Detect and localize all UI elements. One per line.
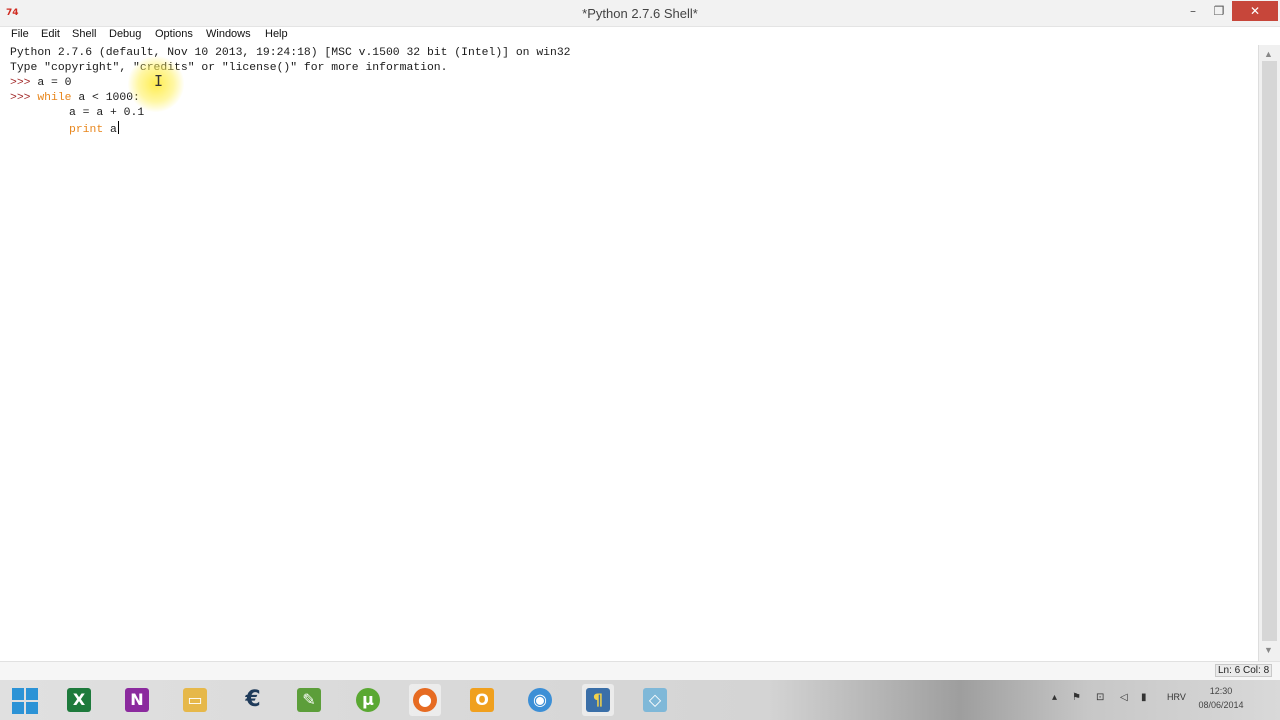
banner-line: Python 2.7.6 (default, Nov 10 2013, 19:2… (10, 47, 571, 59)
menu-shell[interactable]: Shell (72, 28, 96, 40)
flag-icon[interactable]: ⚑ (1072, 692, 1081, 703)
window-title: *Python 2.7.6 Shell* (582, 6, 698, 21)
firefox-icon[interactable]: ● (409, 684, 441, 716)
menu-bar: File Edit Shell Debug Options Windows He… (0, 27, 1280, 45)
outlook-icon[interactable]: O (466, 684, 498, 716)
clock[interactable]: 12:30 08/06/2014 (1196, 684, 1246, 712)
generic-app-icon[interactable]: ◇ (639, 684, 671, 716)
vertical-scrollbar[interactable]: ▲ ▼ (1258, 45, 1280, 661)
info-line: Type "copyright", "credits" or "license(… (10, 62, 448, 74)
shell-prompt: >>> (10, 92, 38, 104)
python-idle-icon[interactable]: ¶ (582, 684, 614, 716)
shell-prompt: >>> (10, 77, 38, 89)
close-button[interactable]: ✕ (1232, 1, 1278, 21)
onenote-icon[interactable]: N (121, 684, 153, 716)
status-bar: Ln: 6 Col: 8 (0, 661, 1280, 680)
clock-date: 08/06/2014 (1198, 700, 1244, 710)
code-text: a = a + 0.1 (69, 107, 145, 119)
power-icon[interactable]: ▮ (1141, 692, 1147, 703)
title-bar: 74 *Python 2.7.6 Shell* – ❐ ✕ (0, 0, 1280, 27)
volume-icon[interactable]: ◁ (1120, 692, 1128, 703)
keyword-print: print (69, 124, 104, 136)
network-icon[interactable]: ⊡ (1096, 692, 1104, 703)
file-explorer-icon[interactable]: ▭ (179, 684, 211, 716)
utorrent-icon[interactable]: µ (352, 684, 384, 716)
code-text: a (103, 124, 117, 136)
code-line-4: >>> while a < 1000: (10, 91, 140, 106)
language-indicator[interactable]: HRV (1167, 692, 1186, 702)
menu-file[interactable]: File (11, 28, 29, 40)
shell-text-area[interactable]: Python 2.7.6 (default, Nov 10 2013, 19:2… (0, 45, 1258, 661)
cursor-position: Ln: 6 Col: 8 (1215, 664, 1273, 677)
menu-options[interactable]: Options (155, 28, 193, 40)
notepad-icon[interactable]: ✎ (293, 684, 325, 716)
windows-start-icon[interactable] (12, 688, 38, 714)
text-caret (117, 121, 119, 134)
cashflow-app-icon[interactable]: € (237, 684, 269, 716)
menu-debug[interactable]: Debug (109, 28, 141, 40)
ibeam-cursor-icon: I (154, 72, 164, 90)
menu-windows[interactable]: Windows (206, 28, 251, 40)
clock-time: 12:30 (1209, 686, 1233, 696)
maximize-button[interactable]: ❐ (1206, 0, 1232, 22)
code-line-5: a = a + 0.1 (69, 106, 144, 121)
show-hidden-icons-icon[interactable]: ▴ (1052, 692, 1057, 703)
scroll-down-icon[interactable]: ▼ (1264, 645, 1273, 655)
menu-help[interactable]: Help (265, 28, 288, 40)
paint-icon[interactable]: ◉ (524, 684, 556, 716)
code-text: a = 0 (37, 77, 72, 89)
code-line-6: print a (69, 121, 119, 136)
minimize-button[interactable]: – (1180, 0, 1206, 22)
scroll-thumb[interactable] (1262, 61, 1277, 641)
scroll-up-icon[interactable]: ▲ (1264, 49, 1273, 59)
keyword-while: while (37, 92, 72, 104)
excel-icon[interactable]: X (63, 684, 95, 716)
code-line-3: >>> a = 0 (10, 76, 72, 91)
taskbar: X N ▭ € ✎ µ ● O ◉ ¶ ◇ ▴ ⚑ ⊡ ◁ ▮ HRV 12:3… (0, 680, 1280, 720)
menu-edit[interactable]: Edit (41, 28, 60, 40)
